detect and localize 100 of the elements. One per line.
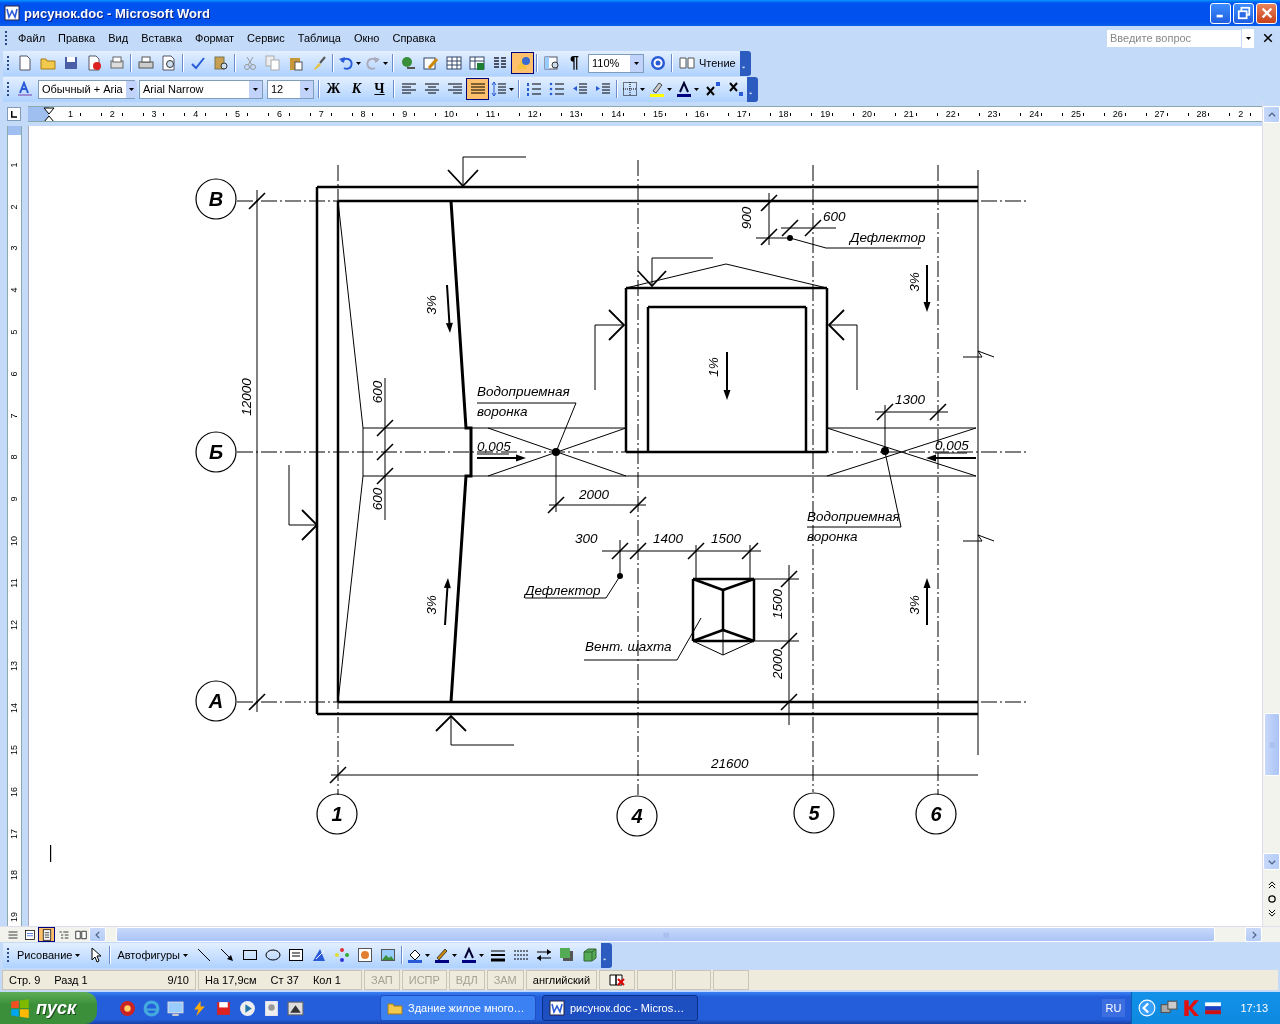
bulleted-list-icon[interactable]: [548, 81, 565, 97]
shadow-icon[interactable]: [558, 947, 575, 963]
caret-icon[interactable]: [183, 953, 188, 957]
dash-style-icon[interactable]: [512, 947, 529, 963]
document-lock-icon[interactable]: [85, 55, 102, 71]
window-icon[interactable]: [287, 999, 304, 1017]
research-icon[interactable]: [212, 55, 229, 71]
caret-icon[interactable]: [356, 61, 361, 65]
media-player-icon[interactable]: [239, 999, 256, 1017]
border-icon[interactable]: [622, 81, 638, 97]
print-preview-icon[interactable]: [160, 55, 177, 71]
wordart-icon[interactable]: [310, 947, 327, 963]
text-box-icon[interactable]: [287, 947, 304, 963]
picture-icon[interactable]: [379, 947, 396, 963]
spreadsheet-icon[interactable]: [468, 55, 485, 71]
line-spacing-icon[interactable]: [491, 81, 507, 97]
word-document-icon[interactable]: [549, 1000, 565, 1016]
spelling-status-icon[interactable]: [609, 972, 626, 988]
indent-marker-icon[interactable]: [43, 107, 55, 121]
taskbar-button[interactable]: Здание жилое много…: [380, 995, 536, 1021]
cube-icon[interactable]: [581, 947, 598, 963]
menu-item[interactable]: Сервис: [240, 30, 291, 46]
caret-icon[interactable]: [452, 953, 457, 957]
start-button[interactable]: пуск: [0, 992, 97, 1024]
underline-button[interactable]: Ч: [368, 78, 391, 100]
hyperlink-icon[interactable]: [399, 55, 416, 71]
diagram-icon[interactable]: [333, 947, 350, 963]
help-icon[interactable]: [649, 55, 666, 71]
italic-button[interactable]: К: [345, 78, 368, 100]
font-size-combo[interactable]: 12: [267, 79, 314, 99]
numbered-list-icon[interactable]: [525, 81, 542, 97]
caret-icon[interactable]: [694, 87, 699, 91]
caret-icon[interactable]: [75, 953, 81, 957]
decrease-indent-icon[interactable]: [571, 81, 588, 97]
arrow-style-icon[interactable]: [535, 947, 552, 963]
caret-icon[interactable]: [509, 87, 514, 91]
table-icon[interactable]: [445, 55, 462, 71]
caret-icon[interactable]: [640, 87, 645, 91]
undo-icon[interactable]: [338, 55, 354, 71]
taskbar-button[interactable]: рисунок.doc - Micros…: [542, 995, 698, 1021]
rectangle-icon[interactable]: [241, 947, 258, 963]
scroll-thumb[interactable]: [116, 927, 1215, 942]
menu-item[interactable]: Правка: [51, 30, 102, 46]
menu-item[interactable]: Вставка: [134, 30, 188, 46]
increase-indent-icon[interactable]: [594, 81, 611, 97]
caret-icon[interactable]: [634, 61, 639, 65]
highlighter-icon[interactable]: [649, 81, 665, 97]
styles-icon[interactable]: [16, 81, 33, 97]
autoshapes-menu-button[interactable]: Автофигуры: [113, 944, 192, 966]
oval-icon[interactable]: [264, 947, 281, 963]
save-icon[interactable]: [62, 55, 79, 71]
line-color-icon[interactable]: [434, 947, 450, 963]
browse-object-icon[interactable]: [1266, 894, 1277, 904]
caret-icon[interactable]: [383, 61, 388, 65]
envelope-icon[interactable]: [108, 55, 125, 71]
caret-icon[interactable]: [479, 953, 484, 957]
font-color-icon[interactable]: [676, 81, 692, 97]
caret-icon[interactable]: [253, 87, 258, 91]
chevron-left-icon[interactable]: [1138, 999, 1157, 1017]
close-icon[interactable]: [1262, 32, 1274, 44]
columns-icon[interactable]: [491, 55, 508, 71]
caret-icon[interactable]: [667, 87, 672, 91]
menu-item[interactable]: Справка: [385, 30, 442, 46]
new-document-icon[interactable]: [16, 55, 33, 71]
book-icon[interactable]: [679, 55, 695, 71]
font-combo[interactable]: Arial Narrow: [139, 79, 263, 99]
previous-page-icon[interactable]: [1266, 880, 1277, 890]
drawing-menu-button[interactable]: Рисование: [13, 944, 85, 966]
caret-icon[interactable]: [1245, 36, 1251, 40]
arrow-icon[interactable]: [218, 947, 235, 963]
paste-icon[interactable]: [287, 55, 304, 71]
language-indicator[interactable]: RU: [1101, 999, 1126, 1017]
menu-item[interactable]: Таблица: [290, 30, 347, 46]
fill-bucket-icon[interactable]: [407, 947, 423, 963]
superscript-icon[interactable]: [704, 81, 721, 97]
scroll-thumb[interactable]: [1263, 713, 1280, 776]
bold-button[interactable]: Ж: [322, 78, 345, 100]
photo-viewer-icon[interactable]: [263, 999, 280, 1017]
round-app-icon[interactable]: [119, 999, 136, 1017]
tab-stop-icon[interactable]: [7, 107, 21, 121]
reading-button[interactable]: Чтение: [675, 52, 740, 74]
menu-item[interactable]: Вид: [101, 30, 135, 46]
caret-icon[interactable]: [304, 87, 309, 91]
caret-icon[interactable]: [128, 87, 134, 91]
clip-art-icon[interactable]: [356, 947, 373, 963]
menu-item[interactable]: Формат: [188, 30, 241, 46]
lightning-icon[interactable]: [191, 999, 208, 1017]
spelling-check-icon[interactable]: [189, 55, 206, 71]
font-color-icon[interactable]: [461, 947, 477, 963]
print-icon[interactable]: [137, 55, 154, 71]
pilcrow-button[interactable]: ¶: [563, 52, 586, 74]
line-icon[interactable]: [195, 947, 212, 963]
subscript-icon[interactable]: [727, 81, 744, 97]
folder-icon[interactable]: [387, 1000, 403, 1016]
zoom-combo[interactable]: 110%: [588, 53, 644, 73]
table-pencil-icon[interactable]: [422, 55, 439, 71]
next-page-icon[interactable]: [1266, 908, 1277, 918]
flag-icon[interactable]: [1204, 999, 1223, 1017]
document-map-icon[interactable]: [543, 55, 560, 71]
menu-item[interactable]: Окно: [346, 30, 386, 46]
